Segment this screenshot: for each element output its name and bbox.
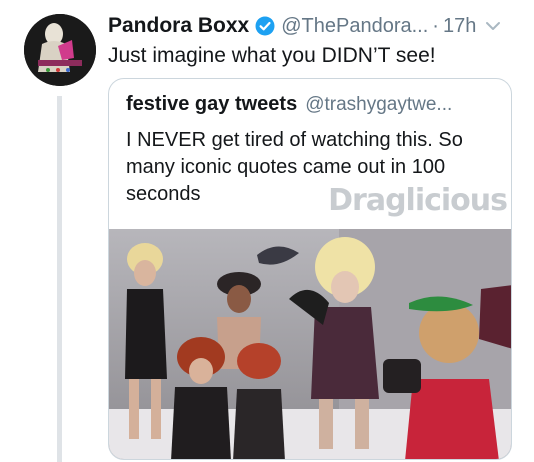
quoted-tweet-video-thumbnail[interactable] — [109, 229, 511, 459]
author-handle[interactable]: @ThePandora... — [281, 15, 428, 38]
avatar-image — [24, 14, 96, 86]
chevron-down-icon[interactable] — [484, 17, 502, 35]
verified-badge-icon — [255, 16, 275, 36]
watermark-logo: Draglicious — [328, 183, 508, 218]
tweet-timestamp[interactable]: 17h — [443, 15, 476, 38]
quoted-author-handle: @trashygaytwe... — [305, 93, 453, 115]
meta-separator: · — [432, 14, 439, 37]
quoted-tweet-header: festive gay tweets @trashygaytwe... — [126, 93, 501, 116]
quoted-tweet-card[interactable]: festive gay tweets @trashygaytwe... I NE… — [108, 78, 512, 460]
tweet-text: Just imagine what you DIDN’T see! — [108, 44, 436, 67]
tweet-header: Pandora Boxx @ThePandora... · 17h — [108, 12, 520, 40]
quoted-author-name: festive gay tweets — [126, 93, 298, 115]
thread-connector-line — [57, 96, 62, 462]
author-avatar[interactable] — [24, 14, 96, 86]
author-name[interactable]: Pandora Boxx — [108, 14, 249, 38]
video-still-image — [109, 229, 511, 459]
